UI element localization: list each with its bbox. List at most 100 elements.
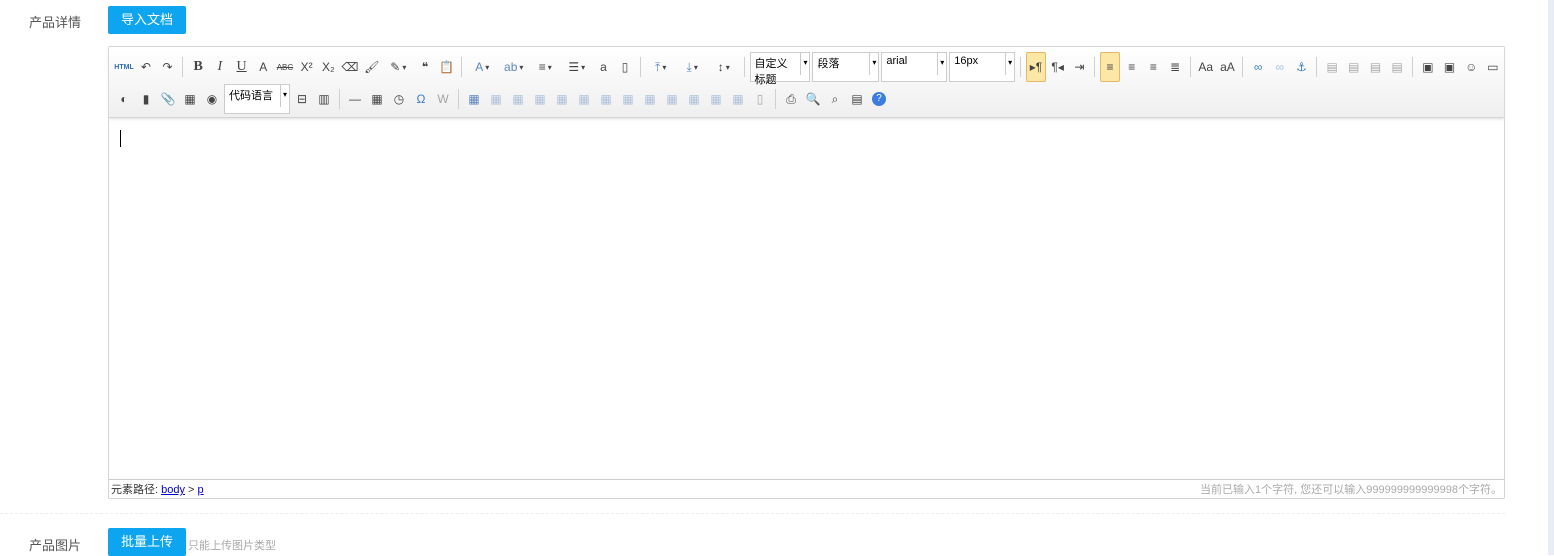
help-button[interactable]: ? (869, 89, 889, 109)
superscript-button[interactable]: X² (297, 57, 317, 77)
justify-right-button[interactable]: ≡ (1144, 57, 1164, 77)
redo-button[interactable]: ↷ (158, 57, 178, 77)
direction-ltr-button[interactable]: ▸¶ (1026, 52, 1046, 82)
insert-paragraph-before-table-button[interactable]: ▦ (508, 89, 528, 109)
help-icon: ? (872, 92, 886, 106)
insert-frame-button[interactable]: ◐ (114, 89, 134, 109)
unlink-icon: ∞ (1275, 60, 1285, 74)
delete-col-button[interactable]: ▦ (596, 89, 616, 109)
merge-cells-button[interactable]: ▦ (618, 89, 638, 109)
row-spacing-top-button[interactable]: ⤒ (646, 57, 676, 77)
special-chars-button[interactable]: Ω (411, 89, 431, 109)
select-all-button[interactable]: a (594, 57, 614, 77)
page-scrollbar[interactable] (1548, 0, 1554, 555)
emotion-button[interactable]: ☺ (1461, 57, 1481, 77)
word-image-button[interactable]: W (433, 89, 453, 109)
paste-plain-button[interactable]: 📋 (437, 57, 457, 77)
toolbar-separator (639, 57, 641, 77)
google-map-button[interactable]: ◉ (202, 89, 222, 109)
time-button[interactable]: ◷ (389, 89, 409, 109)
drafts-button[interactable]: ▤ (847, 89, 867, 109)
insert-col-button[interactable]: ▦ (574, 89, 594, 109)
paragraph-select[interactable]: 段落 ▾ (812, 52, 880, 82)
chevron-down-icon[interactable]: ▾ (937, 53, 946, 75)
delete-table-button[interactable]: ▦ (486, 89, 506, 109)
image-center-button[interactable]: ▤ (1387, 57, 1407, 77)
detail-label: 产品详情 (29, 15, 82, 30)
anchor-button[interactable]: ⚓ (1292, 57, 1312, 77)
path-link-body[interactable]: body (161, 484, 185, 496)
merge-right-button[interactable]: ▦ (640, 89, 660, 109)
to-uppercase-button[interactable]: Aa (1196, 57, 1216, 77)
justify-center-button[interactable]: ≡ (1122, 57, 1142, 77)
font-size-select[interactable]: 16px ▾ (949, 52, 1016, 82)
charts-button[interactable]: ▯ (750, 89, 770, 109)
editor-content-area[interactable] (109, 118, 1504, 479)
direction-ltr-icon: ▸¶ (1029, 60, 1043, 74)
delete-row-button[interactable]: ▦ (552, 89, 572, 109)
undo-icon: ↶ (140, 60, 151, 74)
simple-upload-button[interactable]: ▣ (1418, 57, 1438, 77)
back-color-button[interactable]: ab (499, 57, 529, 77)
image-none-button[interactable]: ▤ (1322, 57, 1342, 77)
row-spacing-top-icon: ⤒ (655, 59, 661, 74)
split-to-cols-button[interactable]: ▦ (728, 89, 748, 109)
auto-typeset-button[interactable]: ✎ (384, 57, 414, 77)
remove-format-button[interactable]: ⌫ (340, 57, 360, 77)
link-button[interactable]: ∞ (1248, 57, 1268, 77)
strikethrough-button[interactable]: ABC (275, 57, 295, 77)
row-spacing-bottom-button[interactable]: ⤓ (677, 57, 707, 77)
blockquote-button[interactable]: ❝ (415, 57, 435, 77)
line-height-button[interactable]: ↕ (709, 57, 739, 77)
chevron-down-icon[interactable]: ▾ (280, 85, 289, 107)
horizontal-rule-button[interactable]: — (345, 89, 365, 109)
date-button[interactable]: ▦ (367, 89, 387, 109)
bold-button[interactable]: B (188, 57, 208, 77)
unordered-list-button[interactable]: ☰ (562, 57, 592, 77)
chevron-down-icon[interactable]: ▾ (869, 53, 878, 75)
split-to-cells-button[interactable]: ▦ (684, 89, 704, 109)
justify-left-button[interactable]: ≡ (1100, 52, 1120, 82)
custom-style-select[interactable]: 自定义标题 ▾ (749, 52, 811, 86)
unlink-button[interactable]: ∞ (1270, 57, 1290, 77)
fore-color-button[interactable]: A (467, 57, 497, 77)
undo-button[interactable]: ↶ (136, 57, 156, 77)
search-replace-button[interactable]: ⌕ (825, 89, 845, 109)
map-button[interactable]: ▦ (180, 89, 200, 109)
path-link-p[interactable]: p (198, 484, 204, 496)
subscript-button[interactable]: X₂ (318, 57, 338, 77)
direction-rtl-button[interactable]: ¶◂ (1048, 57, 1068, 77)
format-match-button[interactable]: 🖌 (362, 57, 382, 77)
page-break-button[interactable]: ⊟ (292, 89, 312, 109)
emotion-icon: ☺ (1465, 60, 1478, 74)
simple-upload-icon: ▣ (1422, 60, 1434, 74)
split-to-rows-button[interactable]: ▦ (706, 89, 726, 109)
image-left-button[interactable]: ▤ (1344, 57, 1364, 77)
insert-video-button[interactable]: ▮ (136, 89, 156, 109)
underline-button[interactable]: U (232, 57, 252, 77)
template-button[interactable]: ▥ (314, 89, 334, 109)
insert-row-button[interactable]: ▦ (530, 89, 550, 109)
to-lowercase-button[interactable]: aA (1218, 57, 1238, 77)
font-family-select[interactable]: arial ▾ (881, 52, 948, 82)
font-border-button[interactable]: A (253, 57, 273, 77)
clear-doc-button[interactable]: ▯ (615, 57, 635, 77)
preview-button[interactable]: 🔍 (803, 89, 823, 109)
ordered-list-button[interactable]: ≡ (531, 57, 561, 77)
attachment-button[interactable]: 📎 (158, 89, 178, 109)
chevron-down-icon[interactable]: ▾ (1005, 53, 1014, 75)
print-button[interactable]: ⎙ (781, 89, 801, 109)
insert-image-button[interactable]: ▣ (1440, 57, 1460, 77)
batch-upload-button[interactable]: 批量上传 (108, 528, 187, 556)
insert-table-button[interactable]: ▦ (464, 89, 484, 109)
image-right-button[interactable]: ▤ (1366, 57, 1386, 77)
scrawl-button[interactable]: ▭ (1483, 57, 1503, 77)
justify-full-button[interactable]: ≣ (1165, 57, 1185, 77)
import-document-button[interactable]: 导入文档 (108, 6, 187, 34)
chevron-down-icon[interactable]: ▾ (800, 53, 809, 75)
indent-button[interactable]: ⇥ (1070, 57, 1090, 77)
italic-button[interactable]: I (210, 57, 230, 77)
merge-down-button[interactable]: ▦ (662, 89, 682, 109)
html-source-button[interactable]: HTML (114, 57, 134, 77)
code-language-select[interactable]: 代码语言 ▾ (224, 84, 290, 114)
